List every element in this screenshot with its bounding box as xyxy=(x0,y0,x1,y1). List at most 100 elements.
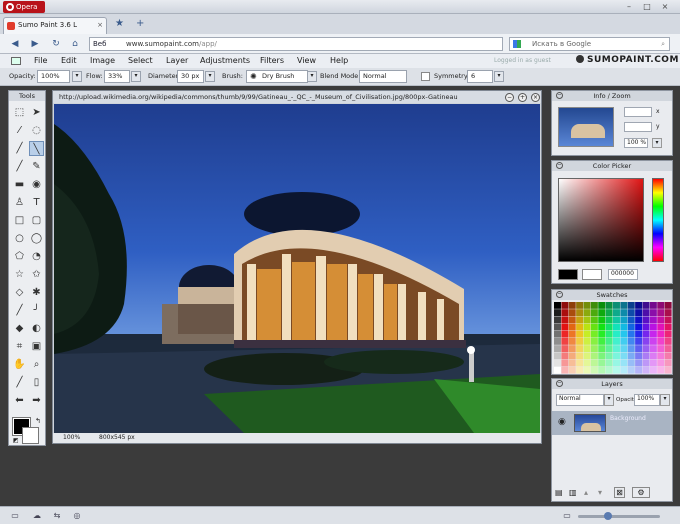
swatch-cell[interactable] xyxy=(561,330,569,338)
swatch-cell[interactable] xyxy=(576,323,584,331)
swatch-cell[interactable] xyxy=(605,323,613,331)
swatch-cell[interactable] xyxy=(613,323,620,331)
swatch-cell[interactable] xyxy=(583,366,591,374)
swatch-cell[interactable] xyxy=(627,338,635,345)
swatch-cell[interactable] xyxy=(605,359,613,367)
layer-blend-dropdown-icon[interactable]: ▾ xyxy=(604,394,614,406)
swatch-cell[interactable] xyxy=(635,323,643,331)
picker-icon[interactable]: ╱ xyxy=(12,375,27,390)
swatch-cell[interactable] xyxy=(664,359,672,367)
hand-icon[interactable]: ✋ xyxy=(12,357,27,372)
zoom-slider[interactable] xyxy=(578,512,660,520)
swatch-cell[interactable] xyxy=(568,323,576,331)
arrow-left-icon[interactable]: ⬅ xyxy=(12,393,27,408)
panels-icon[interactable]: ▭ xyxy=(10,511,20,521)
transform-icon[interactable]: ▣ xyxy=(29,339,44,354)
menu-image[interactable]: Image xyxy=(90,55,115,67)
swatch-cell[interactable] xyxy=(620,309,628,316)
canvas-close-icon[interactable]: × xyxy=(531,93,540,102)
swatch-cell[interactable] xyxy=(642,316,650,324)
back-icon[interactable]: ◀ xyxy=(9,38,21,50)
swatch-cell[interactable] xyxy=(657,359,665,367)
swatch-cell[interactable] xyxy=(554,366,561,374)
swatch-cell[interactable] xyxy=(561,359,569,367)
hue-slider[interactable] xyxy=(652,178,664,262)
swatch-cell[interactable] xyxy=(664,316,672,324)
smudge-icon[interactable]: ◆ xyxy=(12,321,27,336)
eyedropper-icon[interactable]: ╱ xyxy=(12,141,27,156)
magic-wand-icon[interactable]: ⁄ xyxy=(12,123,27,138)
swatch-cell[interactable] xyxy=(568,302,576,309)
swatch-cell[interactable] xyxy=(627,330,635,338)
blend-mode-select[interactable]: Normal xyxy=(359,70,407,83)
lasso-icon[interactable]: ◌ xyxy=(29,123,44,138)
swatch-cell[interactable] xyxy=(657,352,665,360)
tab-sumopaint[interactable]: Sumo Paint 3.6 L × xyxy=(3,17,107,34)
swatch-cell[interactable] xyxy=(554,302,561,309)
background-color-swatch[interactable] xyxy=(22,427,39,444)
menu-help[interactable]: Help xyxy=(330,55,348,67)
color-field[interactable] xyxy=(558,178,644,262)
swatch-cell[interactable] xyxy=(598,352,606,360)
move-layer-up-icon[interactable]: ▴ xyxy=(584,488,594,498)
swatch-cell[interactable] xyxy=(664,323,672,331)
new-tab-button[interactable]: + xyxy=(136,18,144,29)
swatch-cell[interactable] xyxy=(590,309,598,316)
swatch-cell[interactable] xyxy=(590,366,598,374)
swatch-cell[interactable] xyxy=(635,316,643,324)
swatch-cell[interactable] xyxy=(561,309,569,316)
swatch-cell[interactable] xyxy=(642,309,650,316)
opera-menu-button[interactable]: Opera xyxy=(3,1,45,13)
swatch-cell[interactable] xyxy=(554,338,561,345)
swatch-cell[interactable] xyxy=(590,316,598,324)
swatch-cell[interactable] xyxy=(605,330,613,338)
swatch-cell[interactable] xyxy=(576,330,584,338)
swatch-cell[interactable] xyxy=(598,366,606,374)
swatch-cell[interactable] xyxy=(620,366,628,374)
symmetry-dropdown-icon[interactable]: ▾ xyxy=(494,71,504,82)
swatch-cell[interactable] xyxy=(598,345,606,352)
swatch-cell[interactable] xyxy=(664,352,672,360)
swatch-cell[interactable] xyxy=(576,352,584,360)
layer-effects-icon[interactable]: ⊠ xyxy=(614,487,625,498)
swatch-cell[interactable] xyxy=(642,330,650,338)
move-layer-down-icon[interactable]: ▾ xyxy=(598,488,608,498)
swatch-cell[interactable] xyxy=(554,352,561,360)
swatch-cell[interactable] xyxy=(576,302,584,309)
crop-icon[interactable]: ⌗ xyxy=(12,339,27,354)
swatch-cell[interactable] xyxy=(561,323,569,331)
swatch-cell[interactable] xyxy=(554,345,561,352)
menu-view[interactable]: View xyxy=(297,55,316,67)
text-icon[interactable]: T xyxy=(29,195,44,210)
swatch-cell[interactable] xyxy=(635,338,643,345)
canvas-image[interactable] xyxy=(54,104,540,433)
swatch-cell[interactable] xyxy=(642,366,650,374)
swatch-cell[interactable] xyxy=(627,359,635,367)
swatch-cell[interactable] xyxy=(664,345,672,352)
swatch-cell[interactable] xyxy=(613,330,620,338)
symmetry-field[interactable]: 6 xyxy=(467,70,493,83)
swatch-cell[interactable] xyxy=(620,338,628,345)
swatch-cell[interactable] xyxy=(554,359,561,367)
swatch-cell[interactable] xyxy=(576,359,584,367)
search-icon[interactable]: ⌕ xyxy=(661,38,665,50)
collapse-icon[interactable]: − xyxy=(556,380,563,387)
turbo-icon[interactable]: ◎ xyxy=(72,511,82,521)
zoom-field[interactable]: 100 % xyxy=(624,138,648,148)
home-icon[interactable]: ⌂ xyxy=(69,38,81,50)
swatch-cell[interactable] xyxy=(635,352,643,360)
swatch-cell[interactable] xyxy=(590,302,598,309)
swatch-cell[interactable] xyxy=(642,345,650,352)
swatch-cell[interactable] xyxy=(598,359,606,367)
brush-selector[interactable]: ✺ Dry Brush xyxy=(246,70,308,83)
swatch-cell[interactable] xyxy=(620,330,628,338)
move-icon[interactable]: ➤ xyxy=(29,105,44,120)
swatch-cell[interactable] xyxy=(598,316,606,324)
collapse-icon[interactable]: − xyxy=(556,162,563,169)
swatch-cell[interactable] xyxy=(613,359,620,367)
default-colors-icon[interactable]: ◩ xyxy=(13,437,19,444)
swatch-cell[interactable] xyxy=(590,323,598,331)
swatch-cell[interactable] xyxy=(554,309,561,316)
swatch-cell[interactable] xyxy=(590,352,598,360)
swatch-cell[interactable] xyxy=(598,309,606,316)
